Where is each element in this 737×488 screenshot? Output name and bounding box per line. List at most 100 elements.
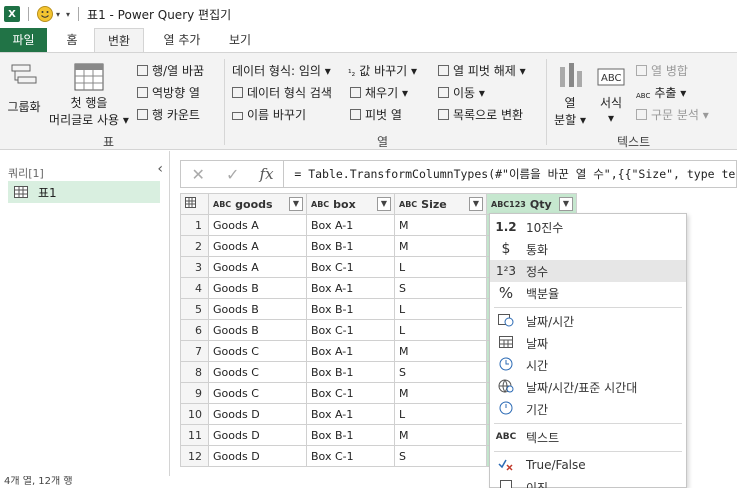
quick-access-dropdown-icon[interactable]: ▾ [56,10,60,19]
cell-goods[interactable]: Goods A [208,256,307,278]
cell-goods[interactable]: Goods A [208,235,307,257]
cell-box[interactable]: Box B-1 [306,235,395,257]
promote-headers-button[interactable]: 첫 행을 머리글로 사용 ▾ [46,63,132,128]
row-number[interactable]: 10 [180,403,209,425]
cell-box[interactable]: Box A-1 [306,340,395,362]
data-type-dropdown[interactable]: 데이터 형식: 임의 ▾ [232,62,331,79]
menu-item-time[interactable]: 시간 [490,354,686,376]
row-number[interactable]: 6 [180,319,209,341]
cell-goods[interactable]: Goods C [208,340,307,362]
menu-item-percentage[interactable]: % 백분율 [490,282,686,304]
cell-goods[interactable]: Goods D [208,424,307,446]
cell-box[interactable]: Box C-1 [306,319,395,341]
collapse-pane-icon[interactable]: ‹ [157,161,163,177]
cell-box[interactable]: Box C-1 [306,445,395,467]
query-item-table1[interactable]: 표1 [8,181,160,203]
cell-box[interactable]: Box B-1 [306,298,395,320]
row-number[interactable]: 11 [180,424,209,446]
menu-item-datetimezone[interactable]: 날짜/시간/표준 시간대 [490,376,686,398]
tab-view[interactable]: 보기 [222,28,258,52]
cell-size[interactable]: L [394,403,487,425]
column-header-qty[interactable]: ABC123 Qty ▼ [486,193,577,215]
cancel-formula-icon[interactable]: ✕ [181,165,215,184]
cell-size[interactable]: M [394,235,487,257]
detect-type-button[interactable]: 데이터 형식 검색 [232,84,332,101]
tab-home[interactable]: 홈 [57,28,87,52]
cell-box[interactable]: Box C-1 [306,382,395,404]
row-number[interactable]: 5 [180,298,209,320]
cell-size[interactable]: S [394,361,487,383]
smiley-feedback-icon[interactable] [37,6,53,22]
count-rows-button[interactable]: 행 카운트 [137,106,200,123]
cell-size[interactable]: S [394,445,487,467]
cell-size[interactable]: M [394,382,487,404]
fx-icon[interactable]: fx [250,161,285,187]
row-number[interactable]: 2 [180,235,209,257]
menu-item-datetime[interactable]: 날짜/시간 [490,310,686,332]
pivot-column-button[interactable]: 피벗 열 [350,106,402,123]
cell-size[interactable]: M [394,424,487,446]
menu-item-currency[interactable]: $ 통화 [490,238,686,260]
filter-dropdown-icon[interactable]: ▼ [289,197,303,211]
column-header-size[interactable]: ABC Size ▼ [394,193,487,215]
menu-item-date[interactable]: 날짜 [490,332,686,354]
reverse-rows-button[interactable]: 역방향 열 [137,84,200,101]
cell-goods[interactable]: Goods B [208,277,307,299]
cell-box[interactable]: Box B-1 [306,424,395,446]
cell-size[interactable]: L [394,256,487,278]
cell-size[interactable]: M [394,214,487,236]
row-number[interactable]: 4 [180,277,209,299]
cell-goods[interactable]: Goods B [208,319,307,341]
filter-dropdown-icon[interactable]: ▼ [559,197,573,211]
row-number[interactable]: 12 [180,445,209,467]
fill-button[interactable]: 채우기 ▾ [350,84,408,101]
formula-input[interactable]: = Table.TransformColumnTypes(#"이름을 바꾼 열 … [284,166,736,182]
cell-goods[interactable]: Goods D [208,445,307,467]
transpose-button[interactable]: 행/열 바꿈 [137,62,204,79]
cell-box[interactable]: Box A-1 [306,403,395,425]
menu-item-integer[interactable]: 1²3 정수 [490,260,686,282]
cell-goods[interactable]: Goods B [208,298,307,320]
filter-dropdown-icon[interactable]: ▼ [469,197,483,211]
row-number[interactable]: 3 [180,256,209,278]
convert-to-list-button[interactable]: 목록으로 변환 [438,106,523,123]
rename-button[interactable]: 이름 바꾸기 [232,106,306,123]
column-header-goods[interactable]: ABC goods ▼ [208,193,307,215]
cell-goods[interactable]: Goods D [208,403,307,425]
extract-button[interactable]: ABC 추출 ▾ [636,84,686,105]
menu-item-text[interactable]: ABC 텍스트 [490,426,686,448]
cell-goods[interactable]: Goods C [208,361,307,383]
menu-item-duration[interactable]: 기간 [490,398,686,420]
cell-box[interactable]: Box A-1 [306,214,395,236]
split-column-button[interactable]: 열 분할 ▾ [552,61,588,128]
menu-item-decimal[interactable]: 1.2 10진수 [490,216,686,238]
group-by-button[interactable]: 그룹화 [4,63,44,115]
row-number[interactable]: 7 [180,340,209,362]
column-header-box[interactable]: ABC box ▼ [306,193,395,215]
parse-button[interactable]: 구문 분석 ▾ [636,106,709,123]
commit-formula-icon[interactable]: ✓ [215,165,249,184]
cell-box[interactable]: Box C-1 [306,256,395,278]
filter-dropdown-icon[interactable]: ▼ [377,197,391,211]
cell-box[interactable]: Box A-1 [306,277,395,299]
cell-size[interactable]: S [394,277,487,299]
replace-values-button[interactable]: ¹₂ 값 바꾸기 ▾ [348,62,417,81]
table-corner-menu[interactable] [180,193,209,215]
cell-size[interactable]: L [394,319,487,341]
customize-toolbar-icon[interactable]: ▾ [66,10,70,19]
tab-file[interactable]: 파일 [0,28,47,52]
row-number[interactable]: 9 [180,382,209,404]
menu-item-true-false[interactable]: True/False [490,454,686,476]
row-number[interactable]: 1 [180,214,209,236]
move-button[interactable]: 이동 ▾ [438,84,485,101]
row-number[interactable]: 8 [180,361,209,383]
cell-size[interactable]: L [394,298,487,320]
cell-goods[interactable]: Goods C [208,382,307,404]
tab-transform[interactable]: 변환 [94,28,144,53]
merge-columns-button[interactable]: 열 병합 [636,62,688,79]
cell-goods[interactable]: Goods A [208,214,307,236]
cell-box[interactable]: Box B-1 [306,361,395,383]
cell-size[interactable]: M [394,340,487,362]
tab-add-column[interactable]: 열 추가 [152,28,212,52]
format-button[interactable]: ABC 서식 ▾ [594,61,628,125]
